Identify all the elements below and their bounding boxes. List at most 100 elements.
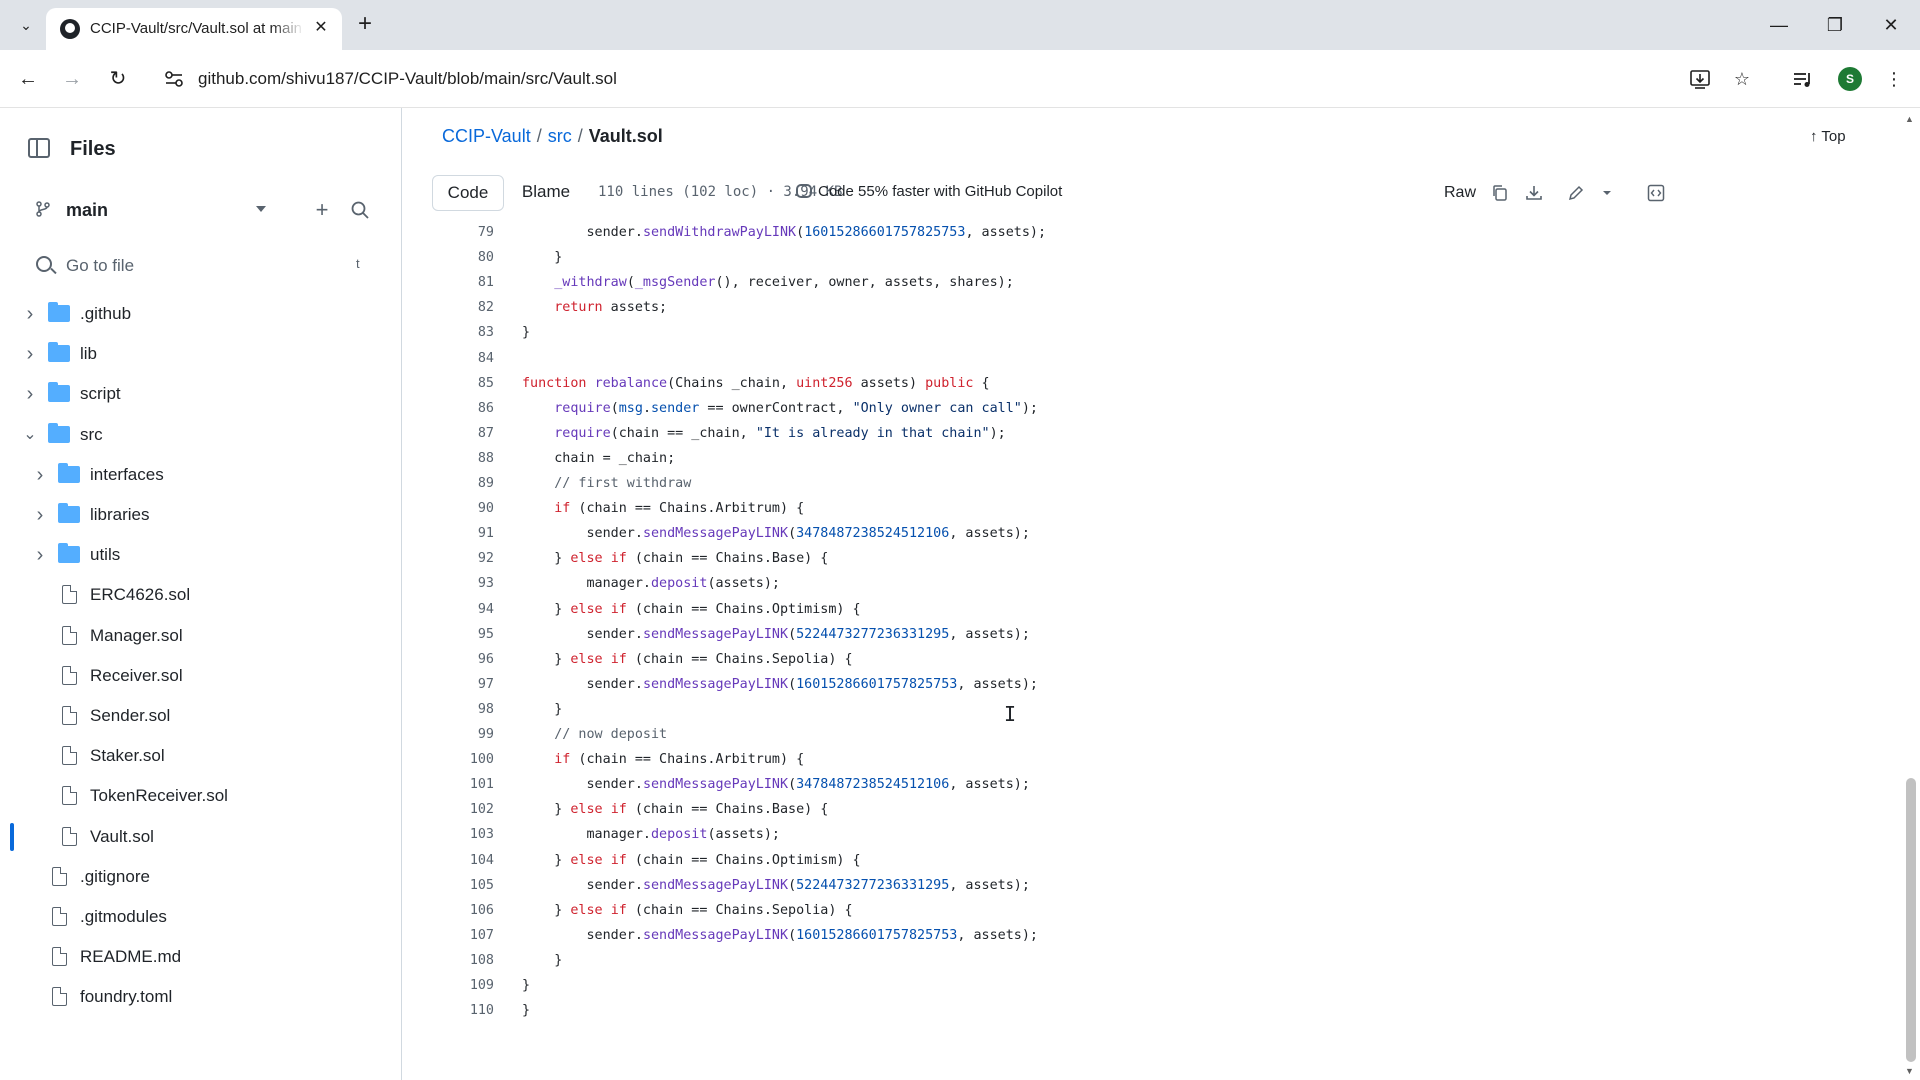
- install-app-icon[interactable]: [1684, 63, 1716, 95]
- site-info-tune-icon[interactable]: [158, 63, 190, 95]
- edit-options-caret-icon[interactable]: [1596, 177, 1618, 209]
- line-number[interactable]: 84: [442, 346, 494, 371]
- pencil-icon[interactable]: [1560, 177, 1592, 209]
- tree-folder-libraries[interactable]: › libraries: [0, 495, 400, 535]
- line-number[interactable]: 92: [442, 546, 494, 571]
- chevron-right-icon[interactable]: ›: [22, 384, 38, 404]
- line-number[interactable]: 110: [442, 998, 494, 1023]
- line-number[interactable]: 104: [442, 848, 494, 873]
- line-number[interactable]: 97: [442, 672, 494, 697]
- line-number[interactable]: 87: [442, 421, 494, 446]
- tree-file-sender-sol[interactable]: Sender.sol: [0, 696, 400, 736]
- line-number[interactable]: 106: [442, 898, 494, 923]
- reload-icon[interactable]: ↻: [102, 63, 134, 95]
- tree-file-erc4626-sol[interactable]: ERC4626.sol: [0, 575, 400, 615]
- go-to-file[interactable]: t: [22, 246, 380, 286]
- line-number[interactable]: 89: [442, 471, 494, 496]
- line-number[interactable]: 100: [442, 747, 494, 772]
- line-content: } else if (chain == Chains.Base) {: [522, 797, 828, 822]
- line-number[interactable]: 96: [442, 647, 494, 672]
- tab-blame[interactable]: Blame: [506, 175, 586, 211]
- line-number[interactable]: 94: [442, 597, 494, 622]
- tree-file-tokenreceiver-sol[interactable]: TokenReceiver.sol: [0, 776, 400, 816]
- sidebar-title: Files: [70, 138, 116, 160]
- line-number[interactable]: 105: [442, 873, 494, 898]
- line-number[interactable]: 93: [442, 571, 494, 596]
- restore-icon[interactable]: ❐: [1812, 10, 1858, 40]
- tab-code[interactable]: Code: [432, 175, 504, 211]
- raw-button[interactable]: Raw: [1438, 177, 1482, 209]
- line-number[interactable]: 79: [442, 220, 494, 245]
- download-icon[interactable]: [1518, 177, 1550, 209]
- profile-avatar[interactable]: S: [1838, 67, 1862, 91]
- branch-selector[interactable]: main: [20, 190, 280, 230]
- browser-tab-active[interactable]: CCIP-Vault/src/Vault.sol at main ✕: [46, 8, 342, 50]
- tree-folder-interfaces[interactable]: › interfaces: [0, 455, 400, 495]
- tree-folder-github[interactable]: › .github: [0, 294, 400, 334]
- line-number[interactable]: 80: [442, 245, 494, 270]
- line-number[interactable]: 81: [442, 270, 494, 295]
- tree-item-label: foundry.toml: [80, 987, 173, 1007]
- copilot-promo-link[interactable]: Code 55% faster with GitHub Copilot: [796, 183, 1062, 200]
- address-bar-url[interactable]: github.com/shivu187/CCIP-Vault/blob/main…: [198, 69, 617, 89]
- line-number[interactable]: 109: [442, 973, 494, 998]
- tree-file-staker-sol[interactable]: Staker.sol: [0, 736, 400, 776]
- scroll-to-top-button[interactable]: ↑ Top: [1810, 128, 1846, 145]
- page-scrollbar-thumb[interactable]: [1906, 778, 1916, 1062]
- chevron-right-icon[interactable]: ›: [32, 465, 48, 485]
- tab-close-icon[interactable]: ✕: [310, 17, 332, 39]
- chevron-right-icon[interactable]: ›: [32, 545, 48, 565]
- line-number[interactable]: 99: [442, 722, 494, 747]
- line-number[interactable]: 102: [442, 797, 494, 822]
- forward-arrow-icon[interactable]: →: [56, 63, 88, 95]
- tree-file-receiver-sol[interactable]: Receiver.sol: [0, 656, 400, 696]
- add-file-plus-icon[interactable]: +: [306, 194, 338, 226]
- line-number[interactable]: 103: [442, 822, 494, 847]
- kebab-menu-icon[interactable]: ⋮: [1878, 63, 1910, 95]
- tree-file-foundry-toml[interactable]: foundry.toml: [0, 977, 400, 1017]
- line-number[interactable]: 101: [442, 772, 494, 797]
- chevron-right-icon[interactable]: ›: [22, 344, 38, 364]
- line-number[interactable]: 90: [442, 496, 494, 521]
- line-number[interactable]: 98: [442, 697, 494, 722]
- breadcrumb-repo-link[interactable]: CCIP-Vault: [442, 126, 531, 146]
- line-number[interactable]: 82: [442, 295, 494, 320]
- tree-folder-utils[interactable]: › utils: [0, 535, 400, 575]
- copy-icon[interactable]: [1484, 177, 1516, 209]
- go-to-file-input[interactable]: [66, 254, 306, 278]
- tab-search-chevron-down-icon[interactable]: ⌄: [14, 13, 38, 37]
- bookmark-star-icon[interactable]: ☆: [1726, 63, 1758, 95]
- window-close-icon[interactable]: ✕: [1868, 10, 1914, 40]
- chevron-down-icon[interactable]: ⌄: [22, 426, 38, 443]
- media-control-icon[interactable]: [1786, 63, 1818, 95]
- tree-file-manager-sol[interactable]: Manager.sol: [0, 616, 400, 656]
- tree-file-gitmodules[interactable]: .gitmodules: [0, 897, 400, 937]
- line-number[interactable]: 86: [442, 396, 494, 421]
- new-tab-plus-icon[interactable]: +: [352, 12, 378, 38]
- line-number[interactable]: 95: [442, 622, 494, 647]
- line-number[interactable]: 107: [442, 923, 494, 948]
- minimize-icon[interactable]: —: [1756, 10, 1802, 40]
- scroll-up-arrow-icon[interactable]: ▲: [1905, 114, 1914, 124]
- tree-folder-script[interactable]: › script: [0, 374, 400, 414]
- breadcrumb-dir-link[interactable]: src: [548, 126, 572, 146]
- line-number[interactable]: 108: [442, 948, 494, 973]
- scroll-down-arrow-icon[interactable]: ▼: [1905, 1066, 1914, 1076]
- back-arrow-icon[interactable]: ←: [12, 63, 44, 95]
- line-number[interactable]: 83: [442, 320, 494, 345]
- search-icon[interactable]: [344, 194, 376, 226]
- chevron-right-icon[interactable]: ›: [22, 304, 38, 324]
- symbols-panel-icon[interactable]: [1640, 177, 1672, 209]
- tree-file-vault-sol[interactable]: Vault.sol: [0, 817, 400, 857]
- tree-file-readme-md[interactable]: README.md: [0, 937, 400, 977]
- tree-item-label: .gitmodules: [80, 907, 167, 926]
- chevron-right-icon[interactable]: ›: [32, 505, 48, 525]
- line-number[interactable]: 85: [442, 371, 494, 396]
- collapse-sidebar-icon[interactable]: [28, 138, 50, 158]
- tree-file-gitignore[interactable]: .gitignore: [0, 857, 400, 897]
- line-number[interactable]: 91: [442, 521, 494, 546]
- line-number[interactable]: 88: [442, 446, 494, 471]
- tree-folder-src[interactable]: ⌄ src: [0, 415, 400, 455]
- tree-folder-lib[interactable]: › lib: [0, 334, 400, 374]
